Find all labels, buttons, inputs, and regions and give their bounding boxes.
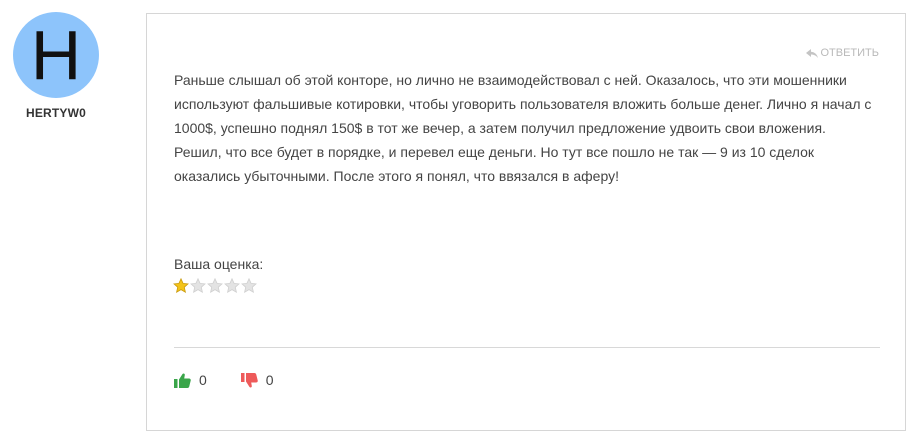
- star-empty-icon[interactable]: [224, 278, 240, 293]
- star-filled-icon[interactable]: [173, 278, 189, 293]
- vote-bar: 0 0: [174, 372, 274, 388]
- rating-label: Ваша оценка:: [174, 256, 264, 272]
- username[interactable]: HERTYW0: [10, 106, 102, 120]
- reply-label: ОТВЕТИТЬ: [820, 47, 879, 59]
- like-button[interactable]: 0: [174, 372, 207, 388]
- like-count: 0: [199, 372, 207, 388]
- star-rating[interactable]: [173, 278, 257, 293]
- dislike-count: 0: [265, 372, 274, 388]
- comment-card: ОТВЕТИТЬ Раньше слышал об этой конторе, …: [146, 13, 906, 431]
- star-empty-icon[interactable]: [207, 278, 223, 293]
- star-empty-icon[interactable]: [241, 278, 257, 293]
- dislike-button[interactable]: 0: [240, 372, 274, 388]
- comment-text: Раньше слышал об этой конторе, но лично …: [174, 72, 872, 184]
- thumbs-up-icon: [174, 373, 191, 388]
- divider: [174, 347, 880, 348]
- star-empty-icon[interactable]: [190, 278, 206, 293]
- reply-icon: [806, 48, 819, 58]
- thumbs-down-icon: [240, 372, 258, 388]
- reply-link[interactable]: ОТВЕТИТЬ: [806, 47, 879, 59]
- avatar: H: [13, 12, 99, 98]
